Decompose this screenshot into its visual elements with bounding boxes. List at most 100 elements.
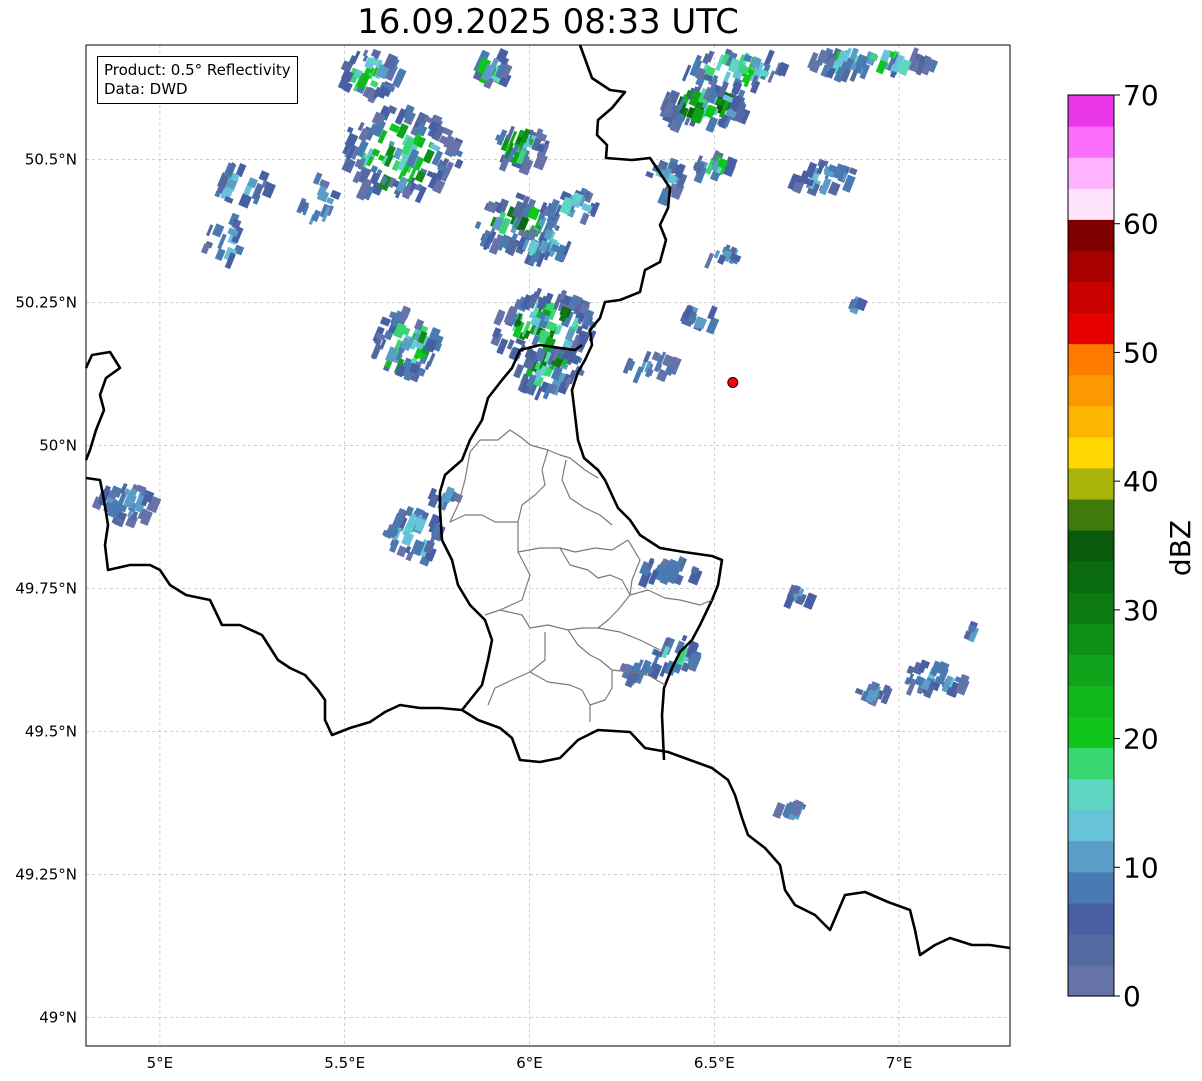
echo-cell [579,212,590,226]
colorbar-tick-label: 70 [1123,79,1159,112]
echo-cell [474,221,482,230]
echo-cell [362,49,369,57]
lat-tick-label: 50.5°N [25,150,77,168]
colorbar-label: dBZ [1164,520,1197,576]
colorbar-tick-label: 60 [1123,208,1159,241]
colorbar-segment [1068,467,1114,500]
lon-tick-label: 5°E [147,1054,174,1072]
district-border [517,522,629,553]
map-axis-ticks: 5°E 5.5°E 6°E 6.5°E 7°E 50.5°N 50.25°N 50°N 49.7… [15,150,912,1072]
echo-cell [533,153,548,171]
echo-cell [515,192,526,201]
echo-cell [214,248,226,262]
colorbar-tick-label: 10 [1123,851,1159,884]
lat-tick-label: 50.25°N [15,293,77,311]
colorbar-segment [1068,809,1114,842]
colorbar-segment [1068,498,1114,531]
echo-cell [454,158,464,169]
colorbar-segment [1068,436,1114,469]
echo-cell [763,49,775,68]
echo-cell [370,343,382,360]
colorbar-segment [1068,188,1114,220]
echo-cell [707,305,718,321]
reflectivity-echoes [91,47,980,821]
colorbar-segment [1068,964,1114,997]
district-border [517,449,549,523]
radar-map-figure: 5°E 5.5°E 6°E 6.5°E 7°E 50.5°N 50.25°N 50°N 49.7… [15,44,1197,1072]
colorbar-tick-label: 0 [1123,980,1141,1013]
colorbar-tick-label: 30 [1123,594,1159,627]
echo-cell [681,64,692,82]
colorbar-tick-label: 50 [1123,336,1159,369]
colorbar-segment [1068,312,1114,345]
colorbar-segment [1068,902,1114,935]
echo-cell [369,79,379,88]
echo-cell [705,116,719,133]
echo-cell [206,224,214,237]
echo-cell [848,167,858,176]
district-border [627,539,641,596]
district-border [629,589,713,606]
info-box: Product: 0.5° Reflectivity Data: DWD [97,56,298,104]
country-border [438,343,583,711]
lon-tick-label: 5.5°E [324,1054,365,1072]
colorbar [1067,94,1115,997]
lat-tick-label: 49°N [39,1008,77,1026]
lon-tick-label: 6.5°E [694,1054,735,1072]
district-border [561,459,613,526]
colorbar-segment [1068,592,1114,624]
colorbar-segment [1068,840,1114,873]
lat-tick-label: 49.5°N [25,722,77,740]
colorbar-segment [1068,561,1114,593]
echo-cell [238,193,253,209]
district-border [567,629,613,706]
colorbar-segment [1068,157,1114,189]
echo-cell [330,189,342,200]
echo-cell [783,595,795,610]
lat-tick-label: 49.75°N [15,579,77,597]
colorbar-segment [1068,405,1114,438]
product-label: Product: 0.5° Reflectivity [104,61,291,79]
colorbar-segment [1068,654,1114,686]
lat-tick-label: 50°N [39,436,77,454]
colorbar-segment [1068,95,1114,127]
echo-cell [632,366,644,384]
colorbar-segment [1068,219,1114,251]
echo-cell [713,249,721,259]
colorbar-tick-label: 40 [1123,465,1159,498]
echo-cell [643,350,652,363]
colorbar-segment [1068,623,1114,655]
lon-tick-label: 7°E [886,1054,913,1072]
data-source-label: Data: DWD [104,80,188,98]
colorbar-segment [1068,250,1114,283]
echo-cell [645,170,654,179]
echo-cell [326,197,335,205]
colorbar-ticks: 0 10 20 30 40 50 60 70 [1114,79,1159,1013]
echo-cell [493,309,506,326]
radar-site-marker [727,376,739,388]
lon-tick-label: 6°E [516,1054,543,1072]
colorbar-tick-label: 20 [1123,723,1159,756]
district-border [487,632,546,706]
colorbar-segment [1068,716,1114,749]
echo-cell [704,252,715,269]
colorbar-segment [1068,778,1114,811]
echo-cell [854,687,864,696]
district-border [499,609,661,651]
district-border [559,547,631,629]
colorbar-segment [1068,374,1114,407]
colorbar-segment [1068,281,1114,314]
colorbar-segment [1068,871,1114,904]
echo-cell [681,634,688,642]
echo-cell [513,363,525,379]
echo-cell [346,126,354,134]
echo-cell [772,802,786,819]
echo-cell [849,69,859,82]
colorbar-segment [1068,747,1114,780]
lat-tick-label: 49.25°N [15,865,77,883]
country-border [85,476,1011,957]
district-border [484,551,531,616]
colorbar-segment [1068,933,1114,966]
country-border [84,350,122,461]
colorbar-segment [1068,126,1114,158]
